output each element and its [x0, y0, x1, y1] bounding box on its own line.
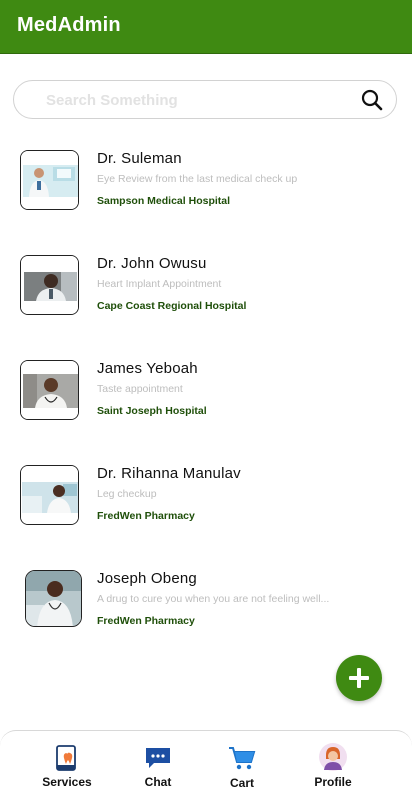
doctor-avatar [25, 570, 82, 627]
search-icon[interactable] [361, 89, 383, 111]
hospital-name: FredWen Pharmacy [97, 510, 195, 522]
hospital-name: Sampson Medical Hospital [97, 195, 231, 207]
services-icon [56, 745, 76, 771]
appointment-description: Taste appointment [97, 383, 183, 395]
doctor-avatar [20, 465, 79, 525]
cart-icon [229, 747, 256, 770]
chat-icon [146, 748, 170, 768]
add-button[interactable] [336, 655, 382, 701]
appointment-description: Leg checkup [97, 488, 157, 500]
doctor-name: Dr. Suleman [97, 150, 182, 167]
bottom-navigation: Services Chat Cart Profile [0, 730, 412, 796]
nav-label-cart: Cart [229, 776, 254, 790]
doctor-list-item[interactable]: Dr. Rihanna Manulav Leg checkup FredWen … [0, 465, 412, 545]
doctor-name: James Yeboah [97, 360, 198, 377]
nav-label-profile: Profile [314, 775, 352, 789]
doctor-name: Joseph Obeng [97, 570, 197, 587]
profile-avatar-icon [319, 743, 347, 771]
doctor-name: Dr. John Owusu [97, 255, 207, 272]
doctor-avatar [20, 150, 79, 210]
doctor-list-item[interactable]: Joseph Obeng A drug to cure you when you… [0, 570, 412, 650]
doctor-list-item[interactable]: Dr. John Owusu Heart Implant Appointment… [0, 255, 412, 335]
doctor-list-item[interactable]: James Yeboah Taste appointment Saint Jos… [0, 360, 412, 440]
nav-item-profile[interactable]: Profile [293, 731, 373, 796]
app-title: MedAdmin [17, 14, 121, 36]
nav-label-services: Services [42, 775, 92, 789]
doctor-list-item[interactable]: Dr. Suleman Eye Review from the last med… [0, 150, 412, 230]
nav-label-chat: Chat [144, 775, 172, 789]
search-bar[interactable] [13, 80, 397, 119]
doctor-avatar [20, 255, 79, 315]
appointment-description: A drug to cure you when you are not feel… [97, 593, 330, 605]
nav-item-chat[interactable]: Chat [118, 731, 198, 796]
hospital-name: FredWen Pharmacy [97, 615, 195, 627]
nav-item-services[interactable]: Services [27, 731, 107, 796]
hospital-name: Cape Coast Regional Hospital [97, 300, 247, 312]
appointment-description: Eye Review from the last medical check u… [97, 173, 298, 185]
search-input[interactable] [46, 89, 346, 111]
appointment-description: Heart Implant Appointment [97, 278, 222, 290]
doctor-name: Dr. Rihanna Manulav [97, 465, 241, 482]
hospital-name: Saint Joseph Hospital [97, 405, 207, 417]
app-bar: MedAdmin [0, 0, 412, 54]
doctor-avatar [20, 360, 79, 420]
nav-item-cart[interactable]: Cart [202, 731, 282, 796]
